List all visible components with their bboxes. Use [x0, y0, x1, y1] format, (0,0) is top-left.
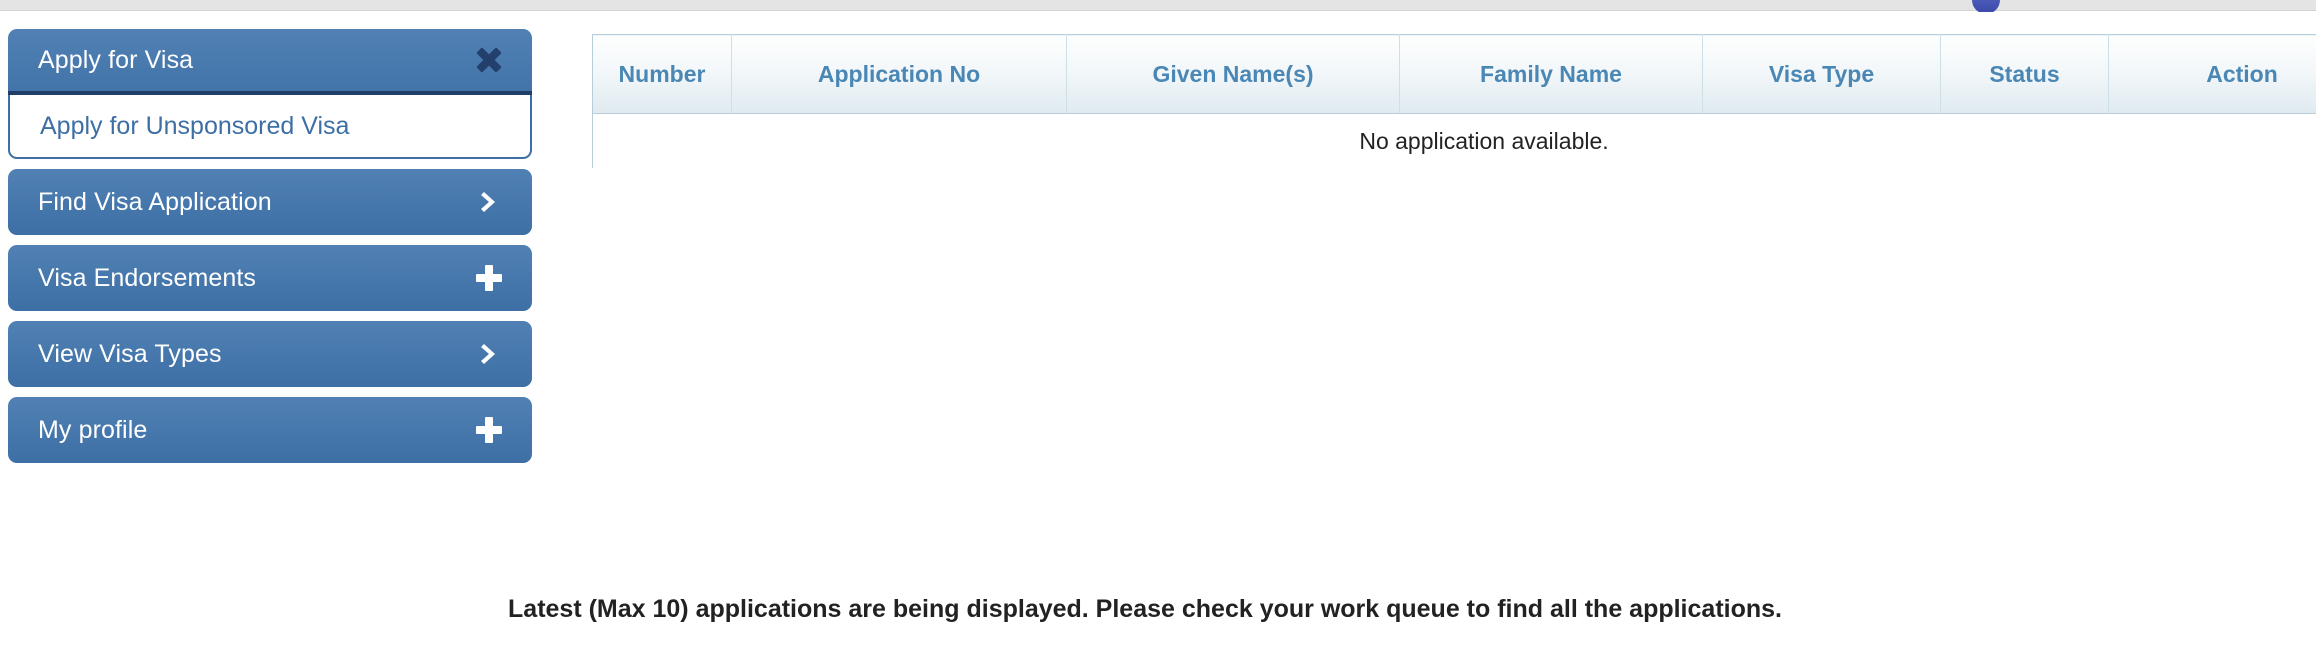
chevron-right-icon[interactable] [472, 189, 506, 215]
plus-icon[interactable] [472, 265, 506, 291]
table-empty-row: No application available. [592, 113, 2316, 169]
sidebar-group-view-visa-types: View Visa Types [8, 321, 532, 387]
close-x-icon[interactable] [472, 47, 506, 73]
sidebar-item-label: Visa Endorsements [38, 263, 257, 292]
sidebar-item-find-visa-application[interactable]: Find Visa Application [8, 169, 532, 235]
table-header-row: Number Application No Given Name(s) Fami… [592, 34, 2316, 114]
sidebar-item-label: My profile [38, 415, 148, 444]
sidebar-subitem-apply-for-unsponsored-visa[interactable]: Apply for Unsponsored Visa [10, 95, 530, 157]
sidebar-item-visa-endorsements[interactable]: Visa Endorsements [8, 245, 532, 311]
sidebar-item-label: Apply for Visa [38, 45, 194, 74]
sidebar-item-my-profile[interactable]: My profile [8, 397, 532, 463]
sidebar-group-visa-endorsements: Visa Endorsements [8, 245, 532, 311]
sidebar-item-label: Find Visa Application [38, 187, 272, 216]
column-header-visa-type[interactable]: Visa Type [1702, 34, 1941, 114]
column-header-application-no[interactable]: Application No [731, 34, 1067, 114]
footer-note: Latest (Max 10) applications are being d… [508, 595, 1782, 623]
sidebar-nav: Apply for Visa Apply for Unsponsored Vis… [8, 29, 532, 465]
plus-icon[interactable] [472, 417, 506, 443]
sidebar-submenu-apply-for-visa: Apply for Unsponsored Visa [8, 95, 532, 159]
sidebar-group-my-profile: My profile [8, 397, 532, 463]
sidebar-item-view-visa-types[interactable]: View Visa Types [8, 321, 532, 387]
applications-table-container: Number Application No Given Name(s) Fami… [592, 34, 2316, 169]
column-header-family-name[interactable]: Family Name [1399, 34, 1703, 114]
applications-table-head: Number Application No Given Name(s) Fami… [592, 34, 2316, 114]
applications-table-body: No application available. [592, 113, 2316, 169]
page-content: Apply for Visa Apply for Unsponsored Vis… [0, 12, 2316, 654]
column-header-given-names[interactable]: Given Name(s) [1066, 34, 1400, 114]
column-header-status[interactable]: Status [1940, 34, 2109, 114]
applications-table: Number Application No Given Name(s) Fami… [592, 34, 2316, 169]
chevron-right-icon[interactable] [472, 341, 506, 367]
browser-top-strip [0, 0, 2316, 14]
column-header-number[interactable]: Number [592, 34, 732, 114]
sidebar-item-apply-for-visa[interactable]: Apply for Visa [8, 29, 532, 95]
sidebar-group-find-visa-application: Find Visa Application [8, 169, 532, 235]
sidebar-group-apply-for-visa: Apply for Visa Apply for Unsponsored Vis… [8, 29, 532, 159]
column-header-action[interactable]: Action [2108, 34, 2316, 114]
sidebar-subitem-label: Apply for Unsponsored Visa [40, 111, 350, 140]
empty-state-message: No application available. [592, 113, 2316, 169]
sidebar-item-label: View Visa Types [38, 339, 222, 368]
